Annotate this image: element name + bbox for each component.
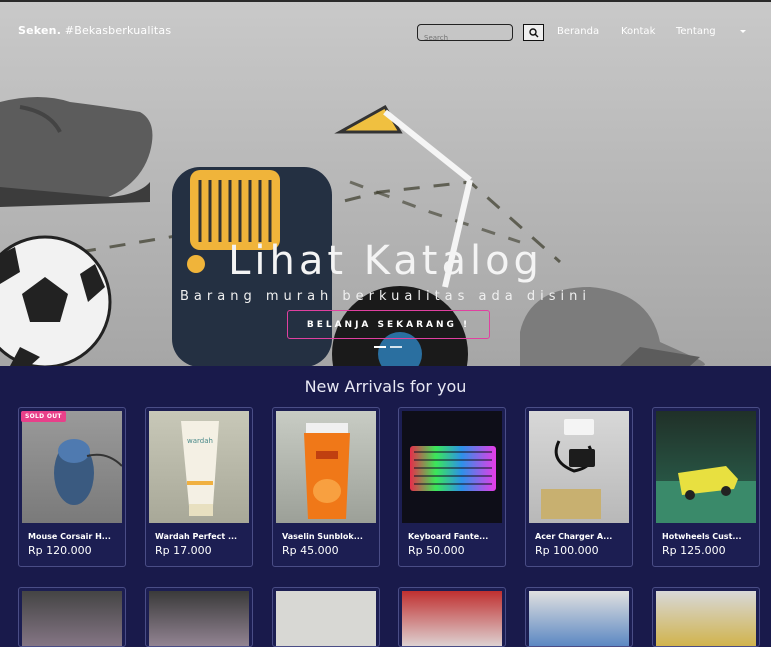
product-image	[656, 411, 756, 523]
hero-subtitle: Barang murah berkualitas ada disini	[180, 289, 591, 304]
keyboard-photo	[410, 446, 496, 491]
svg-text:wardah: wardah	[187, 437, 213, 445]
shop-now-button[interactable]: BELANJA SEKARANG !	[287, 310, 490, 339]
vaseline-photo	[304, 423, 350, 519]
product-name: Vaselin Sunblok...	[282, 532, 363, 541]
carousel-indicators	[374, 346, 402, 348]
product-name: Keyboard Fante...	[408, 532, 489, 541]
product-image	[22, 591, 122, 646]
wardah-photo: wardah	[181, 421, 219, 516]
mouse-photo	[54, 439, 122, 505]
nav-kontak[interactable]: Kontak	[621, 26, 655, 37]
product-card[interactable]	[398, 587, 506, 647]
brand-tagline: #Bekasberkualitas	[61, 24, 172, 37]
product-name: Acer Charger A...	[535, 532, 613, 541]
sold-out-badge: SOLD OUT	[21, 411, 66, 422]
product-image	[402, 411, 502, 523]
product-image	[276, 591, 376, 646]
product-card[interactable]	[272, 587, 380, 647]
hero-title: Lihat Katalog	[228, 238, 543, 284]
product-card[interactable]: SOLD OUT Mouse Corsair H... Rp 120.000	[18, 407, 126, 567]
carousel-dot[interactable]	[390, 346, 402, 348]
product-name: Hotwheels Cust...	[662, 532, 742, 541]
product-card[interactable]: Hotwheels Cust... Rp 125.000	[652, 407, 760, 567]
product-name: Mouse Corsair H...	[28, 532, 111, 541]
section-title: New Arrivals for you	[304, 377, 467, 396]
search-icon	[528, 27, 538, 37]
nav-tentang[interactable]: Tentang	[676, 26, 716, 37]
product-price: Rp 120.000	[28, 544, 92, 557]
product-card[interactable]	[145, 587, 253, 647]
product-image	[22, 411, 122, 523]
product-image	[402, 591, 502, 646]
product-price: Rp 45.000	[282, 544, 339, 557]
product-price: Rp 100.000	[535, 544, 599, 557]
product-image	[276, 411, 376, 523]
product-price: Rp 50.000	[408, 544, 465, 557]
brand-logo[interactable]: Seken. #Bekasberkualitas	[18, 24, 171, 37]
product-image	[656, 591, 756, 646]
product-image: wardah	[149, 411, 249, 523]
product-image	[149, 591, 249, 646]
product-card[interactable]: Vaselin Sunblok... Rp 45.000	[272, 407, 380, 567]
product-image	[529, 591, 629, 646]
product-card[interactable]	[525, 587, 633, 647]
chevron-down-icon[interactable]	[740, 30, 746, 33]
product-card[interactable]: Keyboard Fante... Rp 50.000	[398, 407, 506, 567]
search-button[interactable]	[523, 24, 544, 41]
product-image	[529, 411, 629, 523]
charger-photo	[541, 419, 601, 519]
search-box[interactable]	[417, 24, 513, 46]
product-card[interactable]: wardah Wardah Perfect ... Rp 17.000	[145, 407, 253, 567]
hotwheels-photo	[656, 466, 756, 523]
product-price: Rp 125.000	[662, 544, 726, 557]
product-name: Wardah Perfect ...	[155, 532, 238, 541]
product-card[interactable]	[18, 587, 126, 647]
brand-name: Seken.	[18, 24, 62, 37]
carousel-dot[interactable]	[374, 346, 386, 348]
product-card[interactable]	[652, 587, 760, 647]
nav-beranda[interactable]: Beranda	[557, 26, 599, 37]
product-price: Rp 17.000	[155, 544, 212, 557]
product-card[interactable]: Acer Charger A... Rp 100.000	[525, 407, 633, 567]
search-input[interactable]	[418, 30, 512, 46]
hero-banner: Seken. #Bekasberkualitas Beranda Kontak …	[0, 2, 771, 366]
